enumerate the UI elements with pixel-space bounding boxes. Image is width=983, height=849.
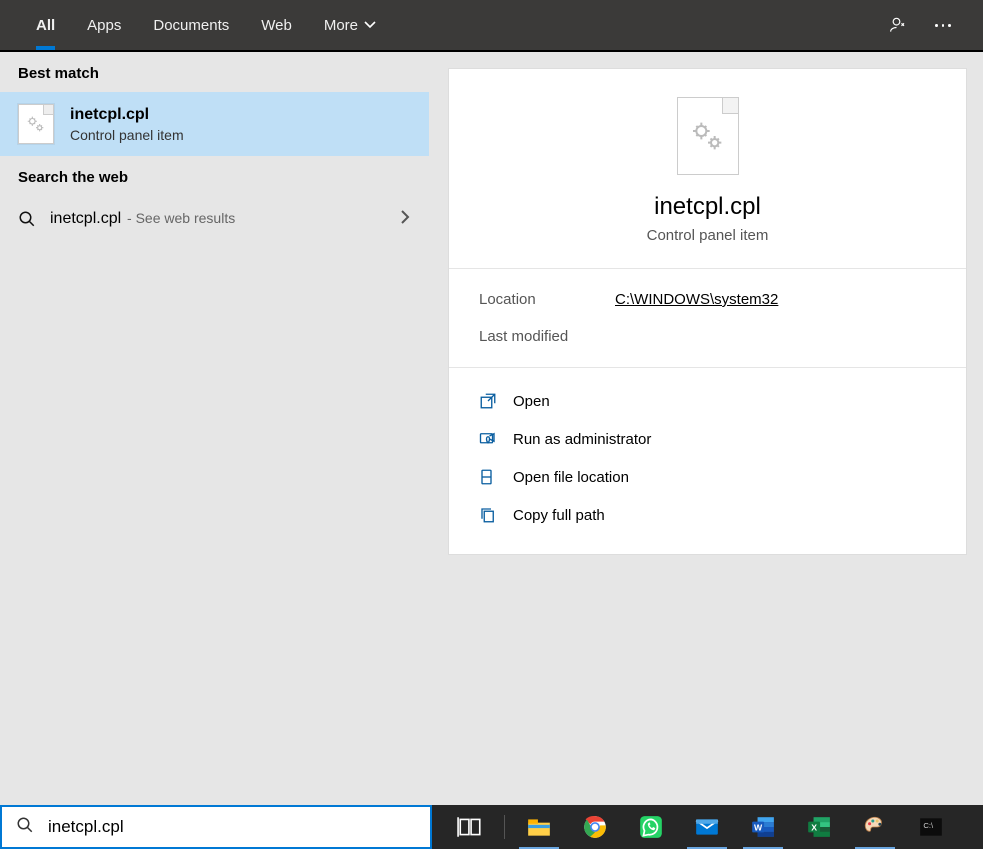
tab-web[interactable]: Web	[245, 0, 308, 50]
terminal-icon: C:\	[918, 814, 944, 840]
detail-row-last-modified: Last modified	[479, 328, 936, 345]
action-open[interactable]: Open	[479, 382, 936, 420]
action-run-admin[interactable]: Run as administrator	[479, 420, 936, 458]
best-match-title: inetcpl.cpl	[70, 106, 184, 124]
search-web-header: Search the web	[0, 156, 429, 196]
svg-text:C:\: C:\	[923, 821, 934, 830]
taskbar-terminal[interactable]: C:\	[903, 805, 959, 849]
shield-icon	[479, 430, 497, 448]
taskbar-task-view[interactable]	[442, 805, 498, 849]
action-open-location-label: Open file location	[513, 469, 629, 486]
chevron-down-icon	[364, 17, 376, 34]
task-view-icon	[457, 814, 483, 840]
options-ellipsis-icon[interactable]	[933, 15, 953, 35]
search-icon	[16, 816, 34, 839]
chevron-right-icon	[399, 208, 411, 229]
web-result-item[interactable]: inetcpl.cpl - See web results	[0, 196, 429, 241]
taskbar-word[interactable]: W	[735, 805, 791, 849]
taskbar-paint[interactable]	[847, 805, 903, 849]
preview-title: inetcpl.cpl	[654, 193, 761, 221]
excel-icon: X	[806, 814, 832, 840]
preview-subtitle: Control panel item	[647, 227, 769, 244]
preview-card: inetcpl.cpl Control panel item Location …	[448, 68, 967, 555]
taskbar-file-explorer[interactable]	[511, 805, 567, 849]
taskbar-separator	[504, 815, 505, 839]
windows-search-panel: All Apps Documents Web More	[0, 0, 983, 849]
tab-all[interactable]: All	[20, 0, 71, 50]
taskbar-mail[interactable]	[679, 805, 735, 849]
tab-documents[interactable]: Documents	[137, 0, 245, 50]
best-match-header: Best match	[0, 52, 429, 92]
search-main-area: Best match inetcpl.cpl Control panel ite…	[0, 52, 983, 805]
tab-apps[interactable]: Apps	[71, 0, 137, 50]
tab-more[interactable]: More	[308, 0, 392, 50]
best-match-subtitle: Control panel item	[70, 127, 184, 143]
action-run-admin-label: Run as administrator	[513, 431, 651, 448]
tab-more-label: More	[324, 17, 358, 34]
folder-icon	[479, 468, 497, 486]
feedback-icon[interactable]	[889, 15, 909, 35]
preview-pane: inetcpl.cpl Control panel item Location …	[432, 52, 983, 805]
paint-icon	[862, 814, 888, 840]
web-result-term: inetcpl.cpl	[50, 210, 121, 227]
web-result-suffix: - See web results	[123, 210, 235, 226]
action-open-location[interactable]: Open file location	[479, 458, 936, 496]
location-value[interactable]: C:\WINDOWS\system32	[615, 291, 778, 308]
tab-documents-label: Documents	[153, 17, 229, 34]
taskbar-excel[interactable]: X	[791, 805, 847, 849]
taskbar: W X C:\	[432, 805, 983, 849]
taskbar-chrome[interactable]	[567, 805, 623, 849]
taskbar-whatsapp[interactable]	[623, 805, 679, 849]
action-copy-path[interactable]: Copy full path	[479, 496, 936, 534]
svg-text:X: X	[811, 822, 817, 832]
tab-all-label: All	[36, 17, 55, 34]
file-explorer-icon	[526, 814, 552, 840]
preview-file-icon	[677, 97, 739, 175]
open-icon	[479, 392, 497, 410]
mail-icon	[694, 814, 720, 840]
last-modified-label: Last modified	[479, 328, 615, 345]
search-box[interactable]	[0, 805, 432, 849]
tab-apps-label: Apps	[87, 17, 121, 34]
tab-web-label: Web	[261, 17, 292, 34]
bottom-bar: W X C:\	[0, 805, 983, 849]
detail-row-location: Location C:\WINDOWS\system32	[479, 291, 936, 308]
action-open-label: Open	[513, 393, 550, 410]
control-panel-file-icon	[18, 104, 54, 144]
best-match-item[interactable]: inetcpl.cpl Control panel item	[0, 92, 429, 156]
svg-text:W: W	[754, 822, 763, 832]
location-label: Location	[479, 291, 615, 308]
search-scope-tabs: All Apps Documents Web More	[0, 0, 983, 52]
action-copy-path-label: Copy full path	[513, 507, 605, 524]
whatsapp-icon	[638, 814, 664, 840]
results-list: Best match inetcpl.cpl Control panel ite…	[0, 52, 432, 805]
preview-actions: Open Run as administrator Open file loca…	[449, 368, 966, 554]
gears-icon	[25, 113, 47, 135]
chrome-icon	[582, 814, 608, 840]
search-input[interactable]	[48, 817, 416, 837]
search-icon	[18, 210, 36, 228]
copy-icon	[479, 506, 497, 524]
word-icon: W	[750, 814, 776, 840]
gears-icon	[688, 116, 728, 156]
